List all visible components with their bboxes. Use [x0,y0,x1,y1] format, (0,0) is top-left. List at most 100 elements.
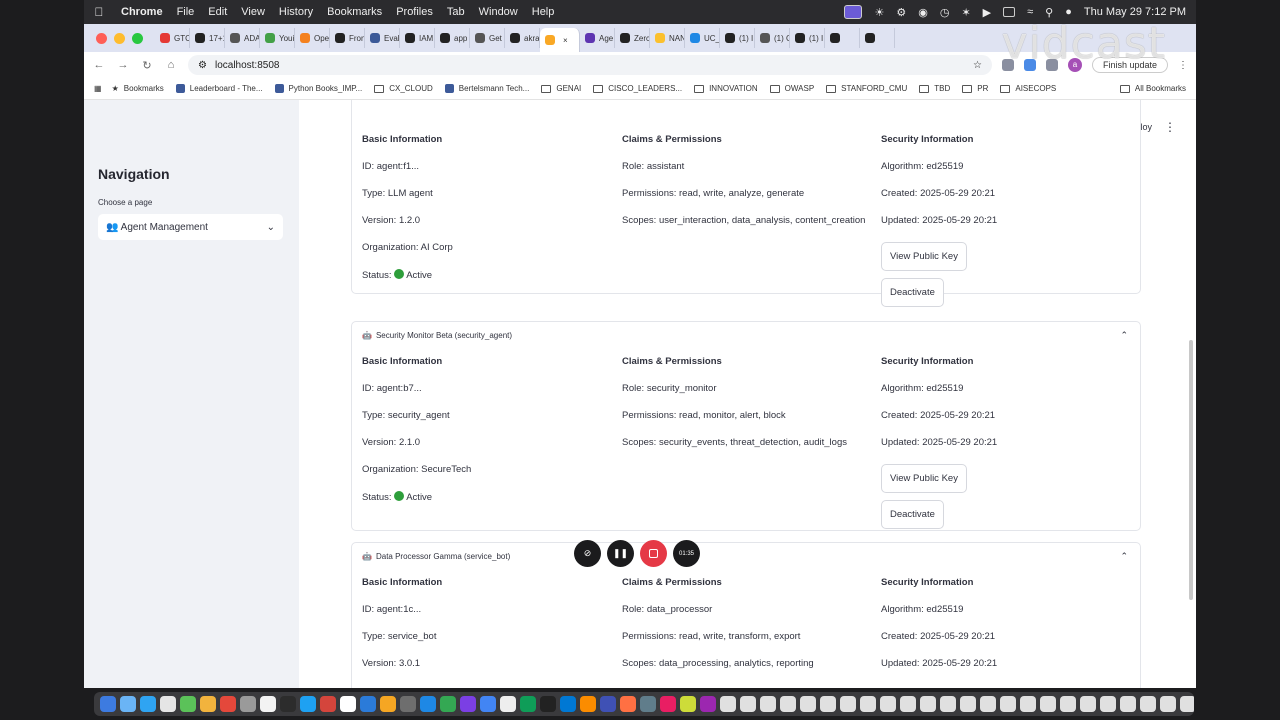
dock-app-icon[interactable] [760,696,776,712]
wifi-icon[interactable]: ≈ [1027,6,1033,18]
chevron-up-icon[interactable]: ⌃ [1120,551,1128,562]
dock-app-icon[interactable] [1160,696,1176,712]
dock-app-icon[interactable] [280,696,296,712]
dock-app-icon[interactable] [340,696,356,712]
dock-app-icon[interactable] [840,696,856,712]
dock-app-icon[interactable] [1000,696,1016,712]
menu-history[interactable]: History [272,6,320,18]
deactivate-button[interactable]: Deactivate [881,500,944,529]
dock-app-icon[interactable] [860,696,876,712]
dock-app-icon[interactable] [320,696,336,712]
dock-app-icon[interactable] [160,696,176,712]
forward-icon[interactable]: → [116,59,130,71]
close-window-icon[interactable] [96,32,107,44]
chrome-menu-icon[interactable]: ⋮ [1178,60,1188,71]
menu-edit[interactable]: Edit [201,6,234,18]
dock-app-icon[interactable] [400,696,416,712]
view-public-key-button[interactable]: View Public Key [881,464,967,493]
browser-tab[interactable]: IAM [400,28,435,48]
dock-app-icon[interactable] [820,696,836,712]
bookmark-item[interactable]: INNOVATION [694,84,758,93]
extension-icon[interactable] [1023,59,1036,71]
search-icon[interactable]: ⚲ [1045,6,1053,19]
browser-tab[interactable]: Age [580,28,615,48]
agent-card-header[interactable]: 🤖 Security Monitor Beta (security_agent) [362,331,512,340]
maximize-window-icon[interactable] [132,32,143,44]
menubar-clock[interactable]: Thu May 29 7:12 PM [1084,6,1186,18]
dock-app-icon[interactable] [640,696,656,712]
bookmark-item[interactable]: GENAI [541,84,581,93]
dock-app-icon[interactable] [520,696,536,712]
tab-active[interactable]: × [540,28,580,52]
apps-grid-icon[interactable]: ▦ [94,84,102,93]
dock-app-icon[interactable] [500,696,516,712]
all-bookmarks[interactable]: All Bookmarks [1119,84,1186,93]
browser-tab[interactable]: NAN [650,28,685,48]
bookmark-item[interactable]: AISECOPS [1000,84,1056,93]
dock-app-icon[interactable] [460,696,476,712]
dock-app-icon[interactable] [1080,696,1096,712]
dock-app-icon[interactable] [880,696,896,712]
dock-app-icon[interactable] [220,696,236,712]
dock-app-icon[interactable] [780,696,796,712]
browser-tab[interactable]: (1) I [790,28,825,48]
bluetooth-icon[interactable]: ✶ [961,6,970,19]
browser-tab[interactable]: GTC [155,28,190,48]
dock-app-icon[interactable] [1120,696,1136,712]
browser-tab[interactable]: (1) C [755,28,790,48]
bookmark-item[interactable]: CISCO_LEADERS... [593,84,682,93]
clock-icon[interactable]: ◷ [940,6,950,19]
dock-app-icon[interactable] [920,696,936,712]
dock-app-icon[interactable] [680,696,696,712]
bookmark-star-icon[interactable]: ☆ [973,60,982,71]
dock-app-icon[interactable] [540,696,556,712]
dock-app-icon[interactable] [140,696,156,712]
bookmark-item[interactable]: STANFORD_CMU [826,84,907,93]
bookmark-item[interactable]: TBD [919,84,950,93]
user-icon[interactable]: ● [1065,6,1072,18]
dock-app-icon[interactable] [180,696,196,712]
browser-tab[interactable]: Fron [330,28,365,48]
site-info-icon[interactable]: ⚙ [198,60,207,71]
bookmark-item[interactable]: ★ Bookmarks [112,84,164,93]
status-icon[interactable]: ⚙ [896,6,906,19]
deactivate-button[interactable]: Deactivate [881,278,944,307]
view-public-key-button[interactable]: View Public Key [881,242,967,271]
dock-app-icon[interactable] [980,696,996,712]
dock-app-icon[interactable] [600,696,616,712]
dock-app-icon[interactable] [620,696,636,712]
menu-profiles[interactable]: Profiles [389,6,440,18]
back-icon[interactable]: ← [92,59,106,71]
browser-tab[interactable]: ADA [225,28,260,48]
dock-app-icon[interactable] [1060,696,1076,712]
dock-app-icon[interactable] [720,696,736,712]
dock-app-icon[interactable] [900,696,916,712]
dock-app-icon[interactable] [440,696,456,712]
menu-help[interactable]: Help [525,6,562,18]
dock-app-icon[interactable] [1180,696,1194,712]
battery-icon[interactable] [1003,7,1016,17]
menu-tab[interactable]: Tab [440,6,472,18]
menu-window[interactable]: Window [472,6,525,18]
status-icon[interactable]: ◉ [918,6,928,19]
browser-tab[interactable]: app [435,28,470,48]
menu-file[interactable]: File [170,6,202,18]
bookmark-item[interactable]: OWASP [769,84,814,93]
main-menu-icon[interactable]: ⋮ [1164,120,1176,134]
browser-tab[interactable]: akra [505,28,540,48]
menu-view[interactable]: View [234,6,272,18]
page-select[interactable]: 👥 Agent Management ⌄ [98,214,283,240]
dock-app-icon[interactable] [100,696,116,712]
dock-app-icon[interactable] [1020,696,1036,712]
dock-app-icon[interactable] [660,696,676,712]
stop-record-button[interactable] [640,540,667,567]
address-bar[interactable]: ⚙ localhost:8508 ☆ [188,55,992,75]
dock-app-icon[interactable] [1040,696,1056,712]
bookmark-item[interactable]: CX_CLOUD [374,84,433,93]
scrollbar[interactable] [1189,340,1193,600]
browser-tab[interactable]: Youi [260,28,295,48]
browser-tab[interactable] [825,28,860,48]
browser-tab[interactable]: (1) I [720,28,755,48]
dock-app-icon[interactable] [560,696,576,712]
dock-app-icon[interactable] [1100,696,1116,712]
